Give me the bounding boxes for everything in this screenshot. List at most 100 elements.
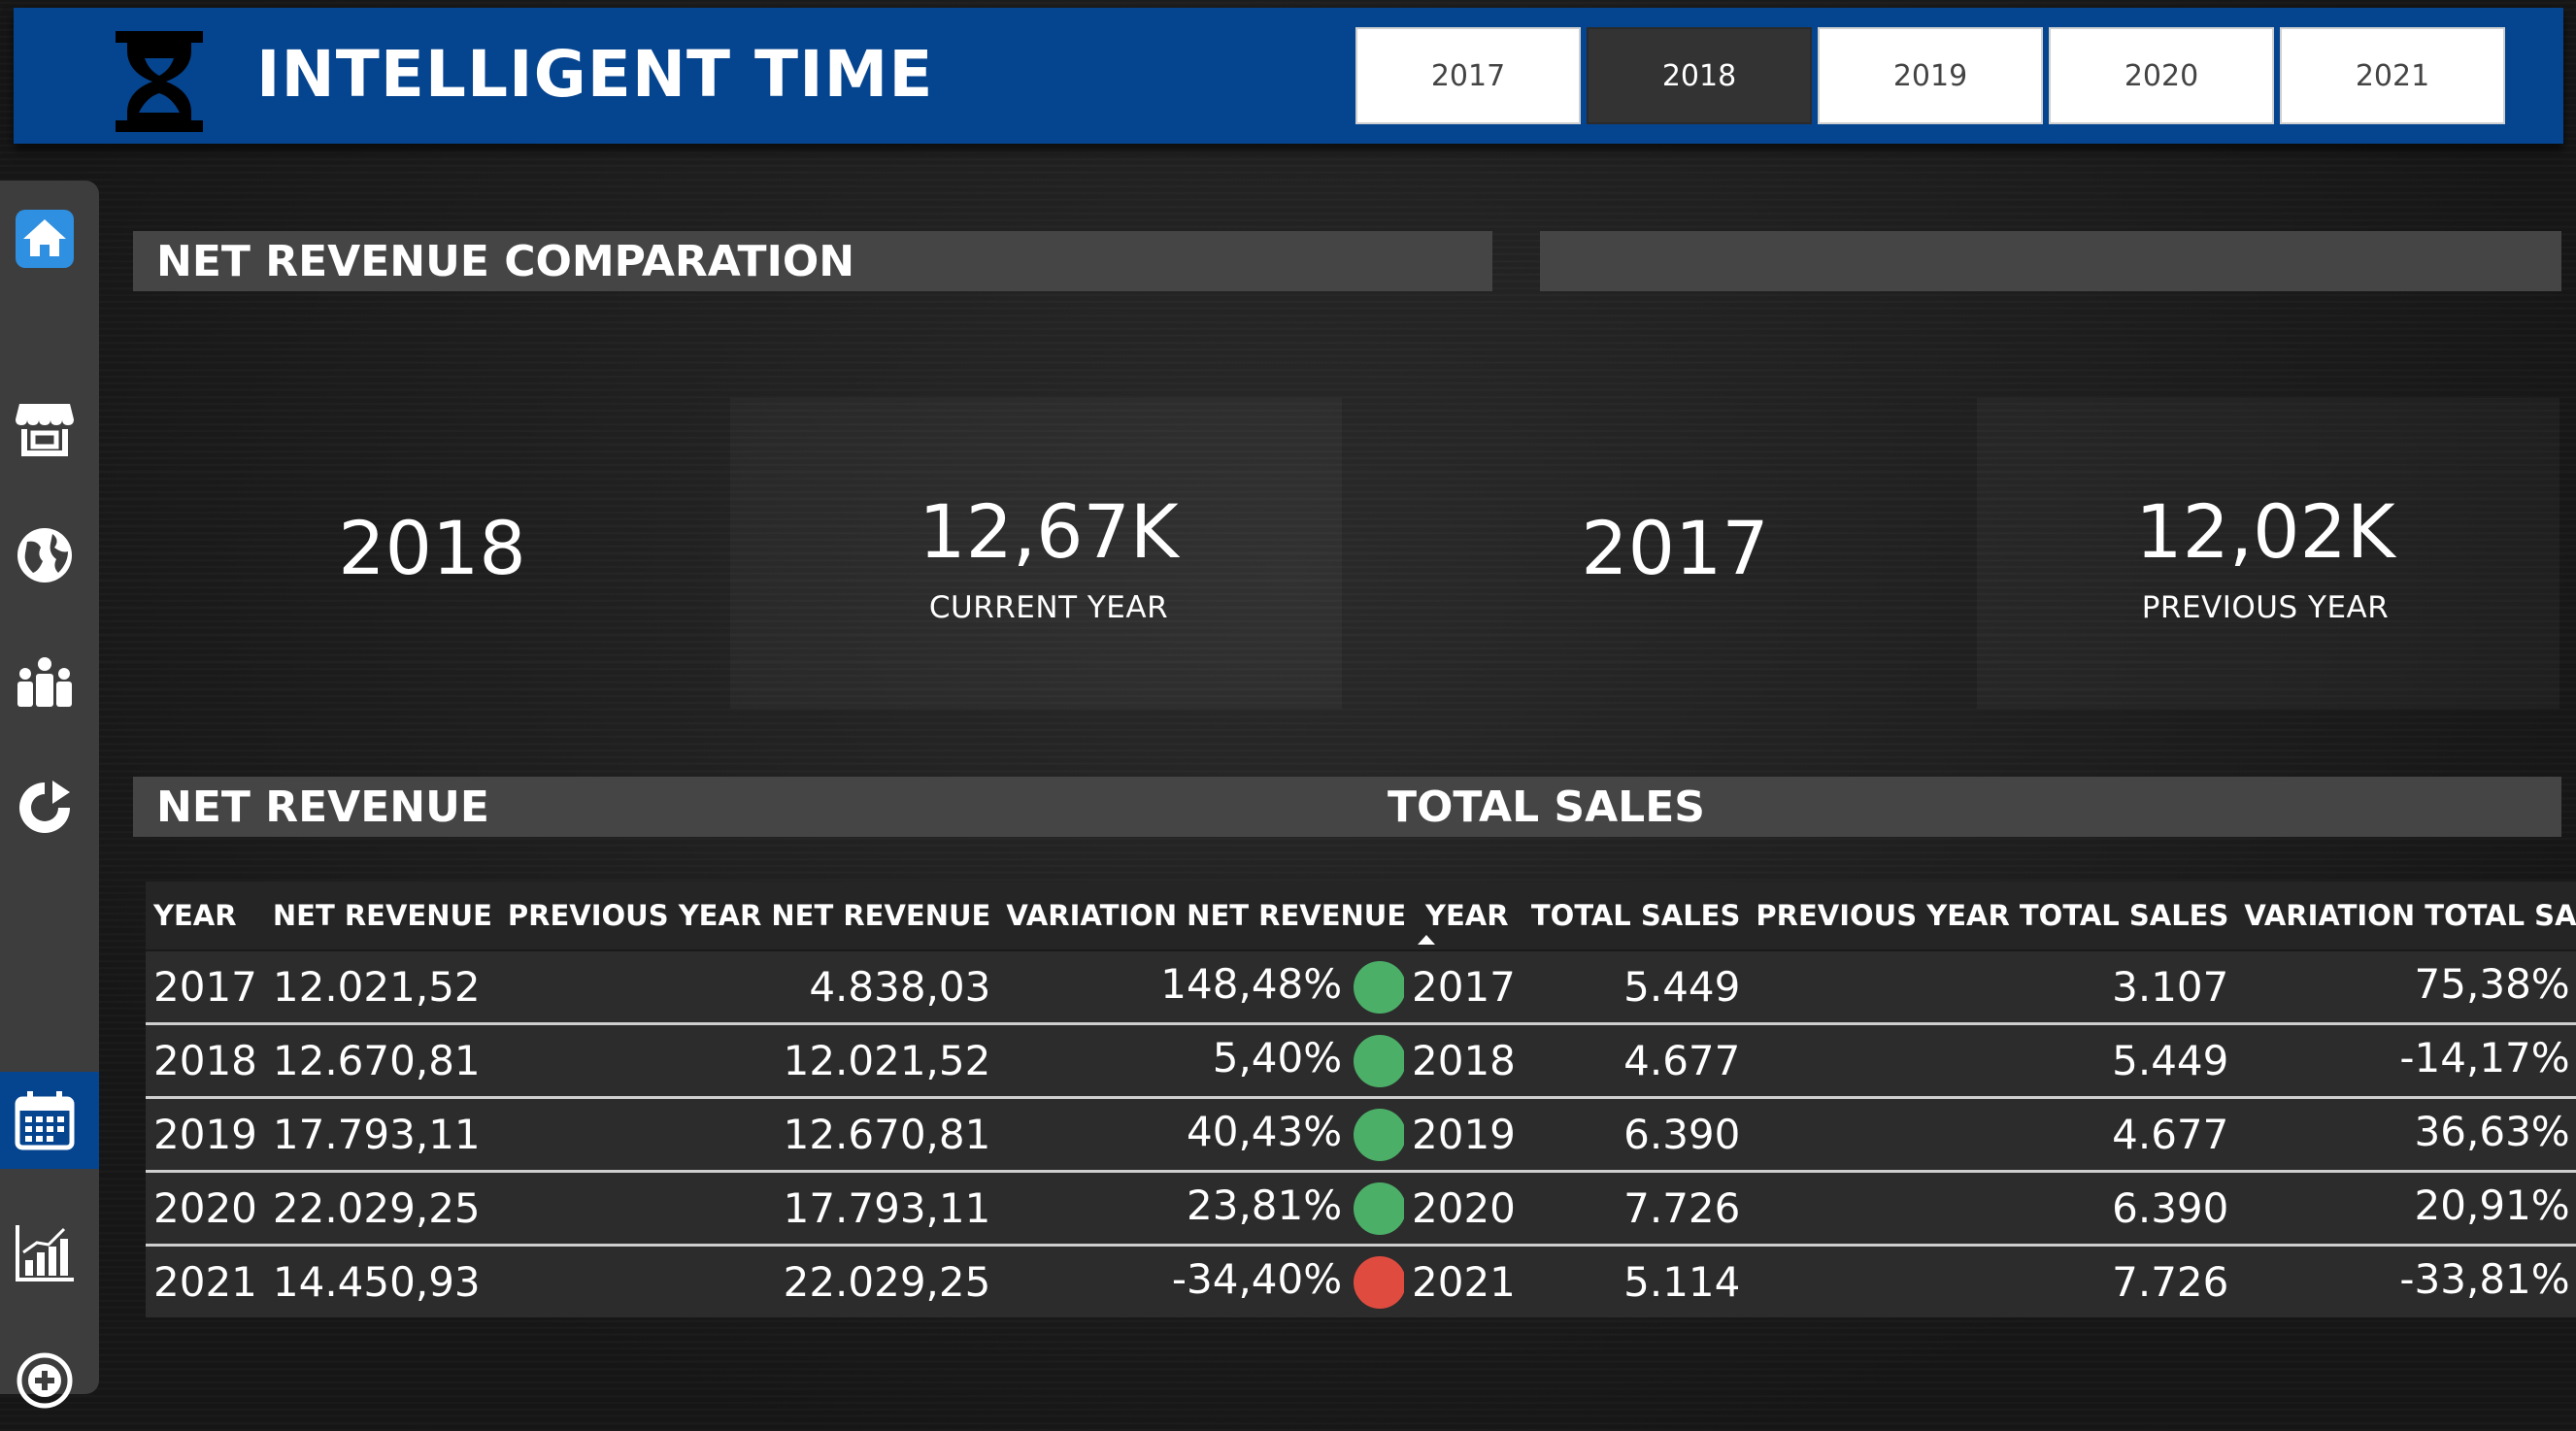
previous-total-sales-cell: 4.677 bbox=[1748, 1096, 2237, 1172]
year-cell: 2020 bbox=[146, 1170, 265, 1246]
sidebar bbox=[0, 181, 99, 1409]
year-button-2018[interactable]: 2018 bbox=[1587, 27, 1812, 124]
variation-value: 148,48% bbox=[1160, 960, 1343, 1009]
table-row[interactable]: 2019 6.390 4.677 36,63% bbox=[1404, 1096, 2576, 1172]
total-sales-cell: 5.114 bbox=[1522, 1244, 1749, 1317]
previous-year-label: 2017 bbox=[1481, 505, 1869, 591]
current-year-kpi: 12,67K CURRENT YEAR bbox=[854, 495, 1243, 626]
year-cell: 2017 bbox=[146, 950, 265, 1024]
refresh-icon[interactable] bbox=[10, 773, 80, 843]
year-cell: 2017 bbox=[1404, 950, 1523, 1024]
variation-cell: 75,38% bbox=[2236, 950, 2576, 1024]
column-header-variation-total-sales[interactable]: VARIATION TOTAL SALES bbox=[2236, 882, 2576, 951]
year-button-2017[interactable]: 2017 bbox=[1355, 27, 1581, 124]
variation-cell: -14,17% bbox=[2236, 1022, 2576, 1098]
column-header-previous-year-net-revenue[interactable]: PREVIOUS YEAR NET REVENUE bbox=[499, 882, 999, 951]
variation-value: 75,38% bbox=[2414, 960, 2570, 1009]
net-revenue-cell: 17.793,11 bbox=[264, 1096, 500, 1172]
total-sales-cell: 6.390 bbox=[1522, 1096, 1749, 1172]
status-up-icon bbox=[1354, 1181, 1407, 1235]
total-sales-cell: 4.677 bbox=[1522, 1022, 1749, 1098]
variation-value: 23,81% bbox=[1187, 1181, 1343, 1230]
previous-total-sales-cell: 5.449 bbox=[1748, 1022, 2237, 1098]
status-up-icon bbox=[1354, 1108, 1407, 1161]
variation-value: -33,81% bbox=[2399, 1255, 2570, 1304]
variation-cell: 148,48% bbox=[998, 950, 1415, 1024]
bar-chart-icon[interactable] bbox=[10, 1039, 80, 1109]
status-up-icon bbox=[1354, 960, 1407, 1014]
variation-value: -34,40% bbox=[1171, 1255, 1343, 1304]
table-row[interactable]: 2020 22.029,25 17.793,11 23,81% bbox=[146, 1170, 1415, 1246]
year-cell: 2019 bbox=[1404, 1096, 1523, 1172]
comparison-section-title-extension bbox=[1540, 231, 2561, 291]
net-revenue-cell: 12.021,52 bbox=[264, 950, 500, 1024]
net-revenue-table: YEAR NET REVENUE PREVIOUS YEAR NET REVEN… bbox=[146, 882, 1415, 1317]
table-row[interactable]: 2021 14.450,93 22.029,25 -34,40% bbox=[146, 1244, 1415, 1317]
year-button-2019[interactable]: 2019 bbox=[1818, 27, 2043, 124]
table-row[interactable]: 2017 12.021,52 4.838,03 148,48% bbox=[146, 950, 1415, 1024]
hourglass-icon bbox=[116, 31, 203, 132]
total-sales-table: YEAR TOTAL SALES PREVIOUS YEAR TOTAL SAL… bbox=[1404, 882, 2576, 1317]
net-revenue-cell: 12.670,81 bbox=[264, 1022, 500, 1098]
table-row[interactable]: 2021 5.114 7.726 -33,81% bbox=[1404, 1244, 2576, 1317]
home-icon[interactable] bbox=[10, 204, 80, 274]
year-cell: 2018 bbox=[1404, 1022, 1523, 1098]
net-revenue-cell: 14.450,93 bbox=[264, 1244, 500, 1317]
previous-net-revenue-cell: 22.029,25 bbox=[499, 1244, 999, 1317]
variation-value: 20,91% bbox=[2414, 1181, 2570, 1230]
variation-cell: 23,81% bbox=[998, 1170, 1415, 1246]
table-row[interactable]: 2019 17.793,11 12.670,81 40,43% bbox=[146, 1096, 1415, 1172]
current-year-caption: CURRENT YEAR bbox=[928, 590, 1169, 625]
previous-year-kpi: 12,02K PREVIOUS YEAR bbox=[2071, 488, 2459, 626]
year-button-2020[interactable]: 2020 bbox=[2049, 27, 2274, 124]
previous-net-revenue-cell: 17.793,11 bbox=[499, 1170, 999, 1246]
net-revenue-section-title: NET REVENUE bbox=[133, 777, 1388, 837]
app-header: INTELLIGENT TIME 2017 2018 2019 2020 202… bbox=[14, 8, 2563, 144]
app-title: INTELLIGENT TIME bbox=[256, 37, 934, 112]
previous-year-caption: PREVIOUS YEAR bbox=[2141, 590, 2390, 625]
column-header-net-revenue[interactable]: NET REVENUE bbox=[264, 882, 500, 951]
year-cell: 2021 bbox=[1404, 1244, 1523, 1317]
variation-cell: -33,81% bbox=[2236, 1244, 2576, 1317]
table-row[interactable]: 2018 12.670,81 12.021,52 5,40% bbox=[146, 1022, 1415, 1098]
column-header-year[interactable]: YEAR bbox=[146, 882, 265, 951]
table-row[interactable]: 2017 5.449 3.107 75,38% bbox=[1404, 950, 2576, 1024]
previous-net-revenue-cell: 12.021,52 bbox=[499, 1022, 999, 1098]
previous-year-value: 2017 bbox=[1581, 505, 1769, 591]
table-header-row: YEAR TOTAL SALES PREVIOUS YEAR TOTAL SAL… bbox=[1404, 882, 2576, 951]
year-cell: 2018 bbox=[146, 1022, 265, 1098]
year-button-2021[interactable]: 2021 bbox=[2280, 27, 2505, 124]
total-sales-section-title: TOTAL SALES bbox=[1364, 777, 2561, 837]
table-row[interactable]: 2020 7.726 6.390 20,91% bbox=[1404, 1170, 2576, 1246]
table-row[interactable]: 2018 4.677 5.449 -14,17% bbox=[1404, 1022, 2576, 1098]
add-circle-icon[interactable] bbox=[10, 1346, 80, 1415]
previous-total-sales-cell: 3.107 bbox=[1748, 950, 2237, 1024]
variation-value: 40,43% bbox=[1187, 1108, 1343, 1156]
status-up-icon bbox=[1354, 1034, 1407, 1087]
previous-revenue-value: 12,02K bbox=[2135, 488, 2395, 575]
variation-value: 36,63% bbox=[2414, 1108, 2570, 1156]
column-header-variation-net-revenue[interactable]: VARIATION NET REVENUE bbox=[998, 882, 1415, 951]
current-year-label: 2018 bbox=[238, 505, 626, 591]
year-cell: 2021 bbox=[146, 1244, 265, 1317]
variation-cell: -34,40% bbox=[998, 1244, 1415, 1317]
previous-net-revenue-cell: 4.838,03 bbox=[499, 950, 999, 1024]
variation-value: -14,17% bbox=[2399, 1034, 2570, 1082]
total-sales-cell: 7.726 bbox=[1522, 1170, 1749, 1246]
bar-chart-icon[interactable] bbox=[10, 1217, 80, 1287]
status-down-icon bbox=[1354, 1255, 1407, 1309]
variation-value: 5,40% bbox=[1212, 1034, 1343, 1082]
previous-total-sales-cell: 6.390 bbox=[1748, 1170, 2237, 1246]
store-icon[interactable] bbox=[10, 394, 80, 464]
previous-total-sales-cell: 7.726 bbox=[1748, 1244, 2237, 1317]
variation-cell: 5,40% bbox=[998, 1022, 1415, 1098]
variation-cell: 20,91% bbox=[2236, 1170, 2576, 1246]
comparison-section-title: NET REVENUE COMPARATION bbox=[133, 231, 1492, 291]
sort-ascending-icon[interactable] bbox=[1418, 935, 1435, 945]
current-year-value: 2018 bbox=[338, 505, 526, 591]
column-header-previous-year-total-sales[interactable]: PREVIOUS YEAR TOTAL SALES bbox=[1748, 882, 2237, 951]
variation-cell: 36,63% bbox=[2236, 1096, 2576, 1172]
people-icon[interactable] bbox=[10, 647, 80, 716]
globe-icon[interactable] bbox=[10, 520, 80, 590]
column-header-total-sales[interactable]: TOTAL SALES bbox=[1522, 882, 1749, 951]
